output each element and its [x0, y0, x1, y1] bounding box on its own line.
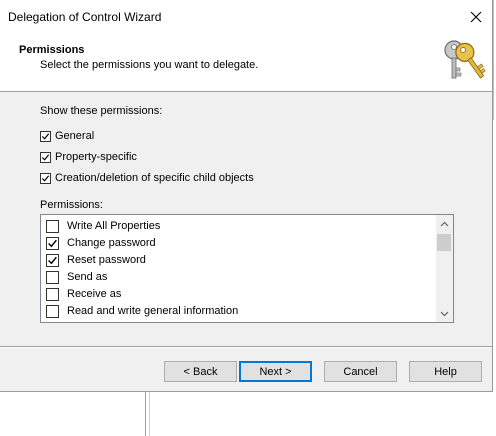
checkbox-label: Property-specific	[55, 151, 137, 163]
list-item-label: Receive as	[67, 288, 122, 300]
scroll-up-button[interactable]	[436, 215, 453, 232]
title-bar: Delegation of Control Wizard	[0, 0, 492, 34]
checkmark-icon	[41, 153, 50, 161]
checkbox-creation-deletion[interactable]: Creation/deletion of specific child obje…	[40, 170, 254, 186]
list-item-label: Write All Properties	[67, 220, 161, 232]
close-button[interactable]	[463, 5, 489, 29]
checkmark-icon	[41, 132, 50, 140]
page-subtitle: Select the permissions you want to deleg…	[40, 59, 259, 71]
checkbox-general[interactable]: General	[40, 128, 94, 144]
page-title: Permissions	[19, 44, 85, 56]
close-icon	[470, 11, 482, 23]
checkbox-box[interactable]	[40, 130, 51, 142]
checkbox-box[interactable]	[46, 270, 59, 284]
checkbox-box[interactable]	[46, 236, 59, 250]
show-permissions-label: Show these permissions:	[40, 105, 163, 117]
list-item[interactable]: Receive as	[46, 286, 121, 302]
chevron-down-icon	[440, 311, 449, 316]
chevron-up-icon	[440, 221, 449, 226]
back-button[interactable]: < Back	[164, 361, 237, 382]
list-item[interactable]	[46, 320, 67, 322]
next-button[interactable]: Next >	[239, 361, 312, 382]
checkbox-box[interactable]	[40, 172, 51, 184]
checkbox-box[interactable]	[46, 219, 59, 233]
vertical-scrollbar[interactable]	[436, 215, 453, 322]
scroll-down-button[interactable]	[436, 305, 453, 322]
footer-divider-highlight	[0, 347, 492, 348]
list-item-label: Change password	[67, 237, 156, 249]
checkbox-label: General	[55, 130, 95, 142]
checkbox-box[interactable]	[46, 304, 59, 318]
checkbox-box[interactable]	[46, 253, 59, 267]
help-button[interactable]: Help	[409, 361, 482, 382]
checkbox-property-specific[interactable]: Property-specific	[40, 149, 137, 165]
cancel-button[interactable]: Cancel	[324, 361, 397, 382]
list-item-label: Send as	[67, 271, 108, 283]
permissions-label: Permissions:	[40, 199, 103, 211]
list-item[interactable]: Read and write general information	[46, 303, 238, 319]
checkmark-icon	[48, 239, 57, 247]
checkbox-box[interactable]	[46, 321, 59, 322]
wizard-header: Permissions Select the permissions you w…	[0, 34, 492, 92]
keys-icon	[444, 40, 486, 79]
list-item[interactable]: Reset password	[46, 252, 146, 268]
checkmark-icon	[41, 174, 50, 182]
checkbox-label: Creation/deletion of specific child obje…	[55, 172, 254, 184]
permissions-list[interactable]: Write All Properties Change password Res…	[40, 214, 454, 323]
list-item[interactable]: Send as	[46, 269, 107, 285]
list-item-label: Read and write general information	[67, 305, 239, 317]
checkbox-box[interactable]	[40, 151, 51, 163]
background-window-edge	[493, 0, 494, 120]
wizard-dialog: Delegation of Control Wizard Permissions…	[0, 0, 493, 392]
list-item[interactable]: Change password	[46, 235, 156, 251]
window-title: Delegation of Control Wizard	[8, 10, 162, 24]
checkbox-box[interactable]	[46, 287, 59, 301]
checkmark-icon	[48, 256, 57, 264]
list-item-label: Reset password	[67, 254, 146, 266]
scrollbar-thumb[interactable]	[437, 234, 451, 251]
list-item[interactable]: Write All Properties	[46, 218, 160, 234]
